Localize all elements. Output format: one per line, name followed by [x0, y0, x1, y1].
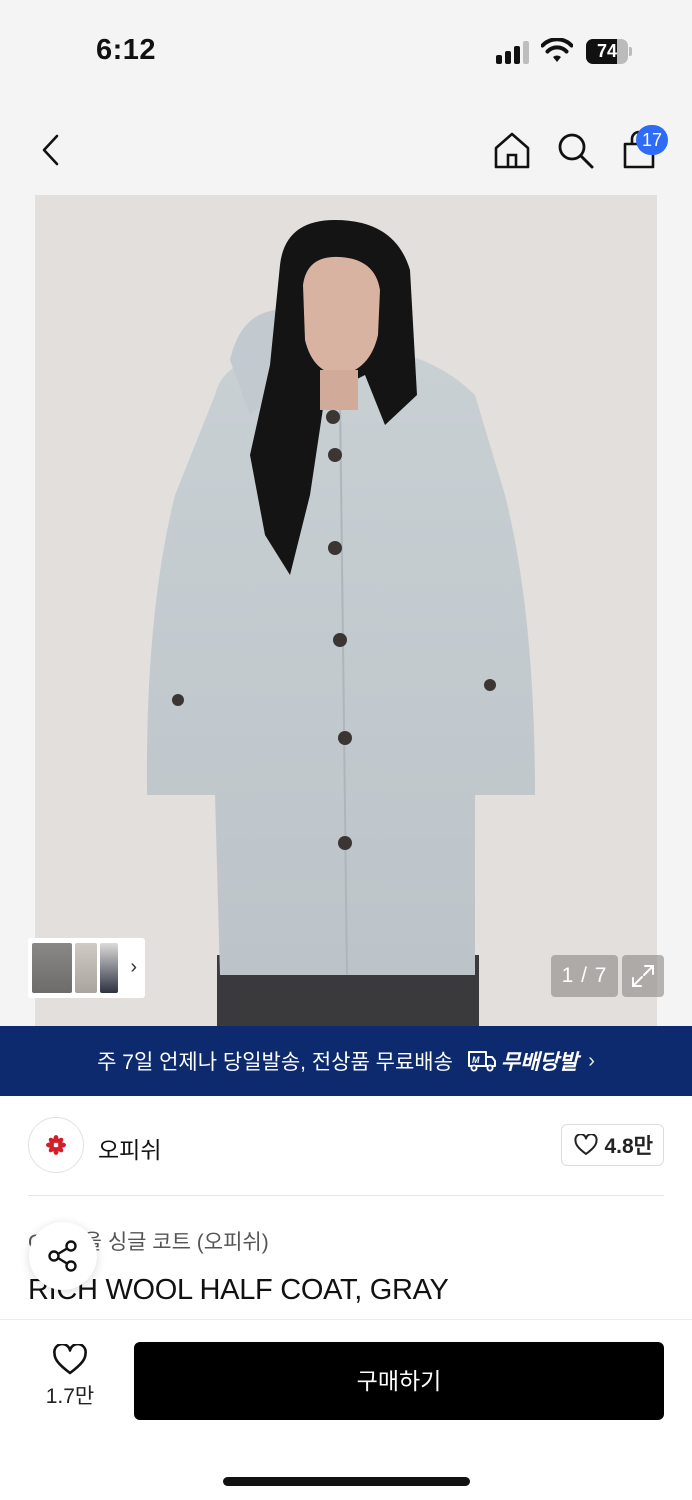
battery-icon: 74 — [586, 39, 632, 64]
search-icon — [558, 133, 594, 169]
home-button[interactable] — [490, 128, 534, 172]
wifi-icon — [540, 37, 574, 64]
divider — [28, 1195, 664, 1196]
svg-text:M: M — [472, 1055, 480, 1065]
chevron-right-icon: › — [588, 1049, 595, 1072]
heart-icon — [574, 1134, 599, 1155]
brand-like-button[interactable]: 4.8만 — [561, 1124, 664, 1166]
top-navigation — [0, 110, 692, 190]
home-indicator — [223, 1477, 470, 1486]
product-title: RICH WOOL HALF COAT, GRAY — [28, 1274, 449, 1306]
product-image[interactable] — [35, 195, 657, 1026]
status-bar: 6:12 74 — [0, 0, 692, 100]
product-like-button[interactable]: 1.7만 — [28, 1344, 112, 1420]
share-button[interactable] — [29, 1222, 97, 1290]
brand-row: 오피쉬 4.8만 — [28, 1117, 664, 1173]
brand-name[interactable]: 오피쉬 — [98, 1131, 161, 1165]
chevron-left-icon — [42, 134, 59, 166]
status-time: 6:12 — [96, 34, 157, 66]
chevron-right-icon[interactable]: › — [130, 956, 137, 979]
bottom-action-bar: 1.7만 구매하기 — [0, 1319, 692, 1500]
image-counter: 1 / 7 — [551, 955, 618, 997]
cellular-signal-icon — [496, 40, 530, 64]
share-icon — [48, 1240, 77, 1272]
thumbnail-3[interactable] — [100, 943, 118, 993]
battery-level: 74 — [596, 41, 618, 61]
buy-button[interactable]: 구매하기 — [134, 1342, 664, 1420]
delivery-truck-icon: M — [467, 1051, 496, 1072]
thumbnail-2[interactable] — [75, 943, 97, 993]
thumbnail-1[interactable] — [32, 943, 72, 993]
product-like-count: 1.7만 — [45, 1385, 95, 1408]
brand-like-count: 4.8만 — [604, 1135, 653, 1158]
back-button[interactable] — [28, 128, 72, 172]
heart-icon — [53, 1344, 87, 1375]
home-icon — [494, 132, 530, 169]
expand-button[interactable] — [622, 955, 664, 997]
search-button[interactable] — [553, 128, 597, 172]
thumbnail-strip[interactable]: › — [28, 938, 145, 998]
brand-logo[interactable] — [28, 1117, 84, 1173]
banner-text: 주 7일 언제나 당일발송, 전상품 무료배송 — [97, 1051, 453, 1074]
banner-logo: M 무배당발 — [467, 1046, 578, 1076]
model-coat-photo — [35, 195, 657, 1026]
cart-count-badge: 17 — [636, 125, 669, 155]
flower-icon — [46, 1135, 66, 1155]
expand-icon — [632, 965, 654, 987]
banner-logo-text: 무배당발 — [500, 1051, 579, 1074]
free-shipping-banner[interactable]: 주 7일 언제나 당일발송, 전상품 무료배송 M 무배당발 › — [0, 1026, 692, 1096]
